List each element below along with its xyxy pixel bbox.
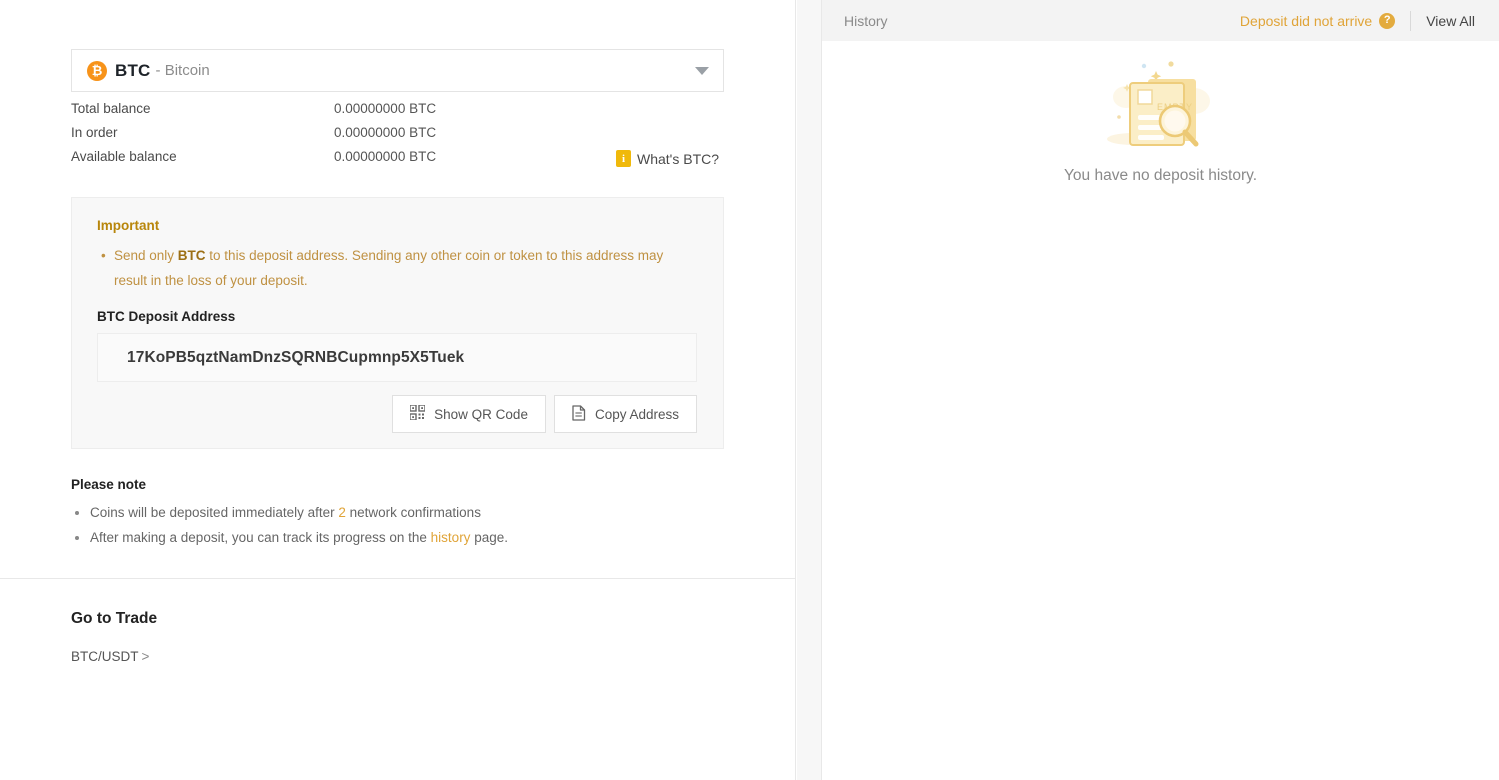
panel-gutter bbox=[797, 0, 822, 780]
address-actions: Show QR Code Copy Address bbox=[97, 395, 697, 433]
deposit-did-not-arrive-label: Deposit did not arrive bbox=[1239, 12, 1373, 29]
please-note-item-confirmations: Coins will be deposited immediately afte… bbox=[90, 500, 731, 525]
bitcoin-logo-icon: ₿ bbox=[87, 60, 107, 81]
deposit-address-title: BTC Deposit Address bbox=[97, 309, 236, 324]
trade-pair-link[interactable]: BTC/USDT > bbox=[71, 649, 157, 664]
please-note-section: Please note Coins will be deposited imme… bbox=[71, 477, 731, 550]
history-panel: History Deposit did not arrive ? View Al… bbox=[822, 0, 1499, 780]
whats-btc-label: What's BTC? bbox=[637, 150, 720, 167]
important-notice: Important Send only BTC to this deposit … bbox=[71, 197, 724, 449]
qr-code-icon bbox=[409, 404, 426, 423]
empty-state-message: You have no deposit history. bbox=[1063, 167, 1258, 184]
please-note-list: Coins will be deposited immediately afte… bbox=[71, 500, 731, 550]
confirmation-count: 2 bbox=[338, 505, 346, 520]
deposit-did-not-arrive-link[interactable]: Deposit did not arrive ? bbox=[1239, 12, 1396, 29]
history-empty-state: EMPTY You have no deposit history. bbox=[822, 41, 1499, 780]
whats-btc-link[interactable]: i What's BTC? bbox=[616, 150, 719, 167]
note2-suffix: page. bbox=[470, 530, 508, 545]
info-icon: i bbox=[616, 150, 631, 167]
deposit-panel: ₿ BTC - Bitcoin Total balance 0.00000000… bbox=[0, 0, 796, 780]
chevron-down-icon[interactable] bbox=[695, 66, 709, 75]
balance-label: Total balance bbox=[71, 101, 151, 116]
section-divider bbox=[0, 578, 796, 579]
copy-address-label: Copy Address bbox=[594, 406, 679, 422]
balance-label: In order bbox=[71, 125, 118, 140]
show-qr-code-label: Show QR Code bbox=[434, 406, 528, 422]
important-title: Important bbox=[97, 218, 160, 233]
warning-coin: BTC bbox=[177, 248, 206, 263]
deposit-address-value: 17KoPB5qztNamDnzSQRNBCupmnp5X5Tuek bbox=[127, 348, 465, 366]
history-header: History Deposit did not arrive ? View Al… bbox=[822, 0, 1499, 41]
important-warning-item: Send only BTC to this deposit address. S… bbox=[101, 243, 699, 293]
warning-prefix: Send only bbox=[114, 248, 178, 263]
balance-row-in-order: In order 0.00000000 BTC bbox=[71, 125, 724, 149]
header-separator bbox=[1410, 10, 1412, 31]
go-to-trade-title: Go to Trade bbox=[71, 610, 158, 627]
note1-prefix: Coins will be deposited immediately afte… bbox=[90, 505, 339, 520]
balance-label: Available balance bbox=[71, 149, 177, 164]
coin-selector[interactable]: ₿ BTC - Bitcoin bbox=[71, 49, 724, 92]
copy-document-icon bbox=[572, 404, 586, 424]
trade-pair-label: BTC/USDT bbox=[71, 649, 139, 664]
balance-row-total: Total balance 0.00000000 BTC bbox=[71, 101, 724, 125]
help-icon[interactable]: ? bbox=[1379, 12, 1396, 29]
show-qr-code-button[interactable]: Show QR Code bbox=[392, 395, 546, 433]
coin-name: - Bitcoin bbox=[155, 62, 210, 79]
note2-prefix: After making a deposit, you can track it… bbox=[90, 530, 431, 545]
balance-value: 0.00000000 BTC bbox=[334, 101, 437, 116]
balance-row-available: Available balance 0.00000000 BTC i What'… bbox=[71, 149, 724, 173]
copy-address-button[interactable]: Copy Address bbox=[553, 395, 697, 433]
please-note-title: Please note bbox=[71, 477, 147, 492]
note1-suffix: network confirmations bbox=[345, 505, 481, 520]
history-header-actions: Deposit did not arrive ? View All bbox=[1239, 10, 1475, 31]
chevron-right-icon: > bbox=[141, 649, 150, 664]
please-note-item-history: After making a deposit, you can track it… bbox=[90, 525, 731, 550]
balance-list: Total balance 0.00000000 BTC In order 0.… bbox=[71, 101, 724, 173]
coin-symbol: BTC bbox=[115, 60, 151, 80]
empty-document-icon: EMPTY bbox=[1086, 57, 1236, 161]
deposit-page: ₿ BTC - Bitcoin Total balance 0.00000000… bbox=[0, 0, 1499, 780]
important-warning-list: Send only BTC to this deposit address. S… bbox=[97, 243, 699, 293]
go-to-trade-section: Go to Trade BTC/USDT > bbox=[71, 610, 157, 664]
balance-value: 0.00000000 BTC bbox=[334, 149, 437, 164]
view-all-link[interactable]: View All bbox=[1426, 13, 1475, 29]
history-link[interactable]: history bbox=[431, 530, 471, 545]
deposit-address-box[interactable]: 17KoPB5qztNamDnzSQRNBCupmnp5X5Tuek bbox=[97, 333, 697, 382]
history-title: History bbox=[844, 12, 888, 29]
balance-value: 0.00000000 BTC bbox=[334, 125, 437, 140]
